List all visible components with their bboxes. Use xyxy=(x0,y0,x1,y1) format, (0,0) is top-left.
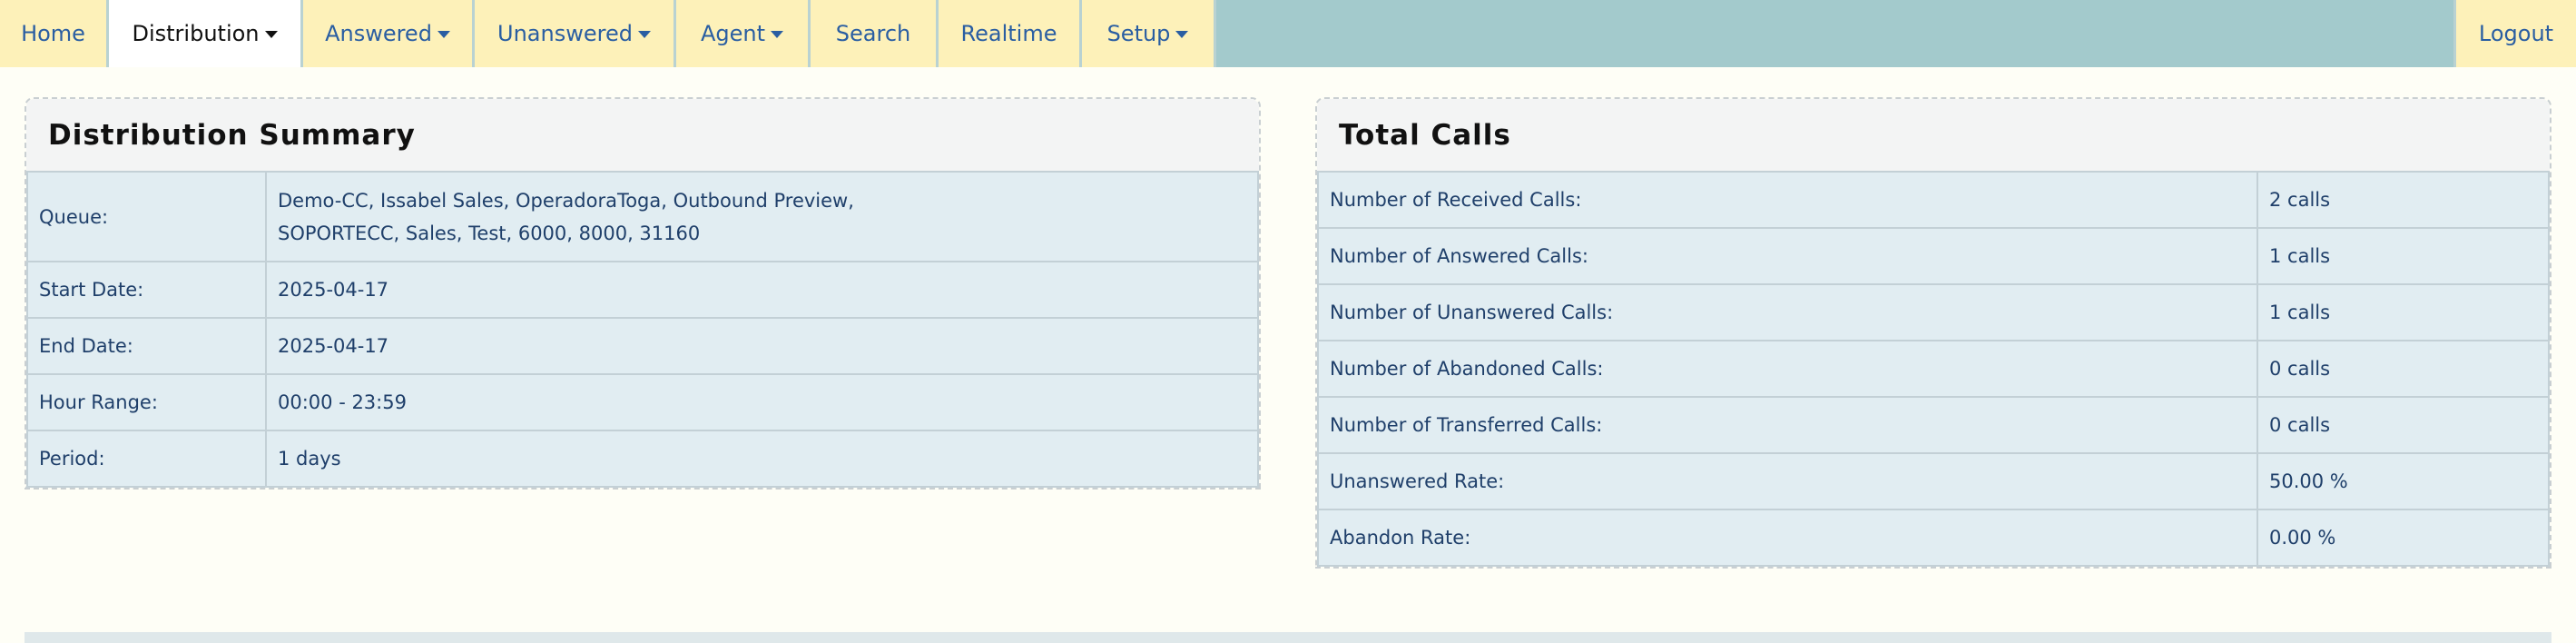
queue-value-line1: Demo-CC, Issabel Sales, OperadoraToga, O… xyxy=(278,189,854,212)
received-calls-value: 2 calls xyxy=(2256,171,2550,229)
table-row: Number of Transferred Calls: 0 calls xyxy=(1317,396,2550,454)
abandon-rate-label: Abandon Rate: xyxy=(1317,509,2258,567)
period-label: Period: xyxy=(26,430,267,488)
tab-realtime-label: Realtime xyxy=(960,21,1057,46)
hour-range-label: Hour Range: xyxy=(26,373,267,431)
queue-value-line2: SOPORTECC, Sales, Test, 6000, 8000, 3116… xyxy=(278,222,701,244)
next-section-edge xyxy=(25,632,2551,643)
total-calls-panel: Total Calls Number of Received Calls: 2 … xyxy=(1315,97,2551,569)
logout-label: Logout xyxy=(2478,21,2554,46)
tab-realtime[interactable]: Realtime xyxy=(939,0,1082,67)
caret-down-icon xyxy=(264,31,278,38)
end-date-value: 2025-04-17 xyxy=(265,317,1259,375)
unanswered-rate-label: Unanswered Rate: xyxy=(1317,452,2258,510)
tab-setup[interactable]: Setup xyxy=(1082,0,1216,67)
tab-distribution-label: Distribution xyxy=(132,21,260,46)
caret-down-icon xyxy=(1175,31,1189,38)
caret-down-icon xyxy=(437,31,450,38)
start-date-label: Start Date: xyxy=(26,261,267,319)
logout-link[interactable]: Logout xyxy=(2453,0,2576,67)
table-row: Queue: Demo-CC, Issabel Sales, Operadora… xyxy=(26,171,1259,262)
table-row: Number of Unanswered Calls: 1 calls xyxy=(1317,283,2550,341)
distribution-summary-table: Queue: Demo-CC, Issabel Sales, Operadora… xyxy=(26,171,1259,488)
transferred-calls-label: Number of Transferred Calls: xyxy=(1317,396,2258,454)
table-row: Start Date: 2025-04-17 xyxy=(26,261,1259,319)
table-row: Number of Abandoned Calls: 0 calls xyxy=(1317,340,2550,398)
tab-search[interactable]: Search xyxy=(811,0,939,67)
tab-home-label: Home xyxy=(21,21,85,46)
table-row: End Date: 2025-04-17 xyxy=(26,317,1259,375)
table-row: Period: 1 days xyxy=(26,430,1259,488)
tab-home[interactable]: Home xyxy=(0,0,109,67)
distribution-summary-panel: Distribution Summary Queue: Demo-CC, Iss… xyxy=(25,97,1261,490)
tab-agent-label: Agent xyxy=(700,21,766,46)
total-calls-table: Number of Received Calls: 2 calls Number… xyxy=(1317,171,2550,567)
caret-down-icon xyxy=(771,31,784,38)
table-row: Hour Range: 00:00 - 23:59 xyxy=(26,373,1259,431)
table-row: Abandon Rate: 0.00 % xyxy=(1317,509,2550,567)
queue-label: Queue: xyxy=(26,171,267,262)
abandoned-calls-value: 0 calls xyxy=(2256,340,2550,398)
tab-answered-label: Answered xyxy=(325,21,432,46)
answered-calls-value: 1 calls xyxy=(2256,227,2550,285)
table-row: Unanswered Rate: 50.00 % xyxy=(1317,452,2550,510)
answered-calls-label: Number of Answered Calls: xyxy=(1317,227,2258,285)
unanswered-rate-value: 50.00 % xyxy=(2256,452,2550,510)
unanswered-calls-label: Number of Unanswered Calls: xyxy=(1317,283,2258,341)
distribution-summary-title: Distribution Summary xyxy=(26,99,1259,171)
tab-search-label: Search xyxy=(835,21,911,46)
tab-distribution[interactable]: Distribution xyxy=(109,0,303,67)
abandoned-calls-label: Number of Abandoned Calls: xyxy=(1317,340,2258,398)
received-calls-label: Number of Received Calls: xyxy=(1317,171,2258,229)
tab-setup-label: Setup xyxy=(1106,21,1171,46)
transferred-calls-value: 0 calls xyxy=(2256,396,2550,454)
period-value: 1 days xyxy=(265,430,1259,488)
tab-unanswered[interactable]: Unanswered xyxy=(475,0,676,67)
tab-agent[interactable]: Agent xyxy=(676,0,811,67)
unanswered-calls-value: 1 calls xyxy=(2256,283,2550,341)
total-calls-title: Total Calls xyxy=(1317,99,2550,171)
table-row: Number of Received Calls: 2 calls xyxy=(1317,171,2550,229)
tab-answered[interactable]: Answered xyxy=(303,0,475,67)
tab-unanswered-label: Unanswered xyxy=(497,21,633,46)
queue-value: Demo-CC, Issabel Sales, OperadoraToga, O… xyxy=(265,171,1259,262)
caret-down-icon xyxy=(637,31,651,38)
end-date-label: End Date: xyxy=(26,317,267,375)
start-date-value: 2025-04-17 xyxy=(265,261,1259,319)
table-row: Number of Answered Calls: 1 calls xyxy=(1317,227,2550,285)
abandon-rate-value: 0.00 % xyxy=(2256,509,2550,567)
hour-range-value: 00:00 - 23:59 xyxy=(265,373,1259,431)
top-navigation: Home Distribution Answered Unanswered Ag… xyxy=(0,0,2576,67)
